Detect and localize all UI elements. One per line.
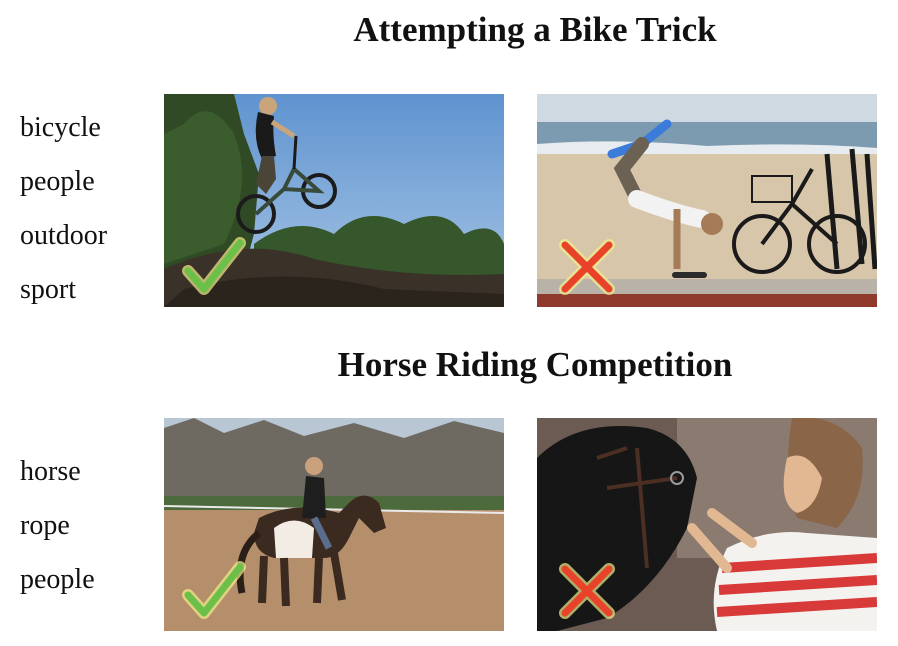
photo-bike-jump (164, 94, 504, 307)
section-title-horse: Horse Riding Competition (337, 345, 733, 384)
tag-label: rope (20, 510, 70, 541)
photo-beach-skate (537, 94, 877, 307)
section-title-bike: Attempting a Bike Trick (353, 10, 717, 49)
photo-horse-arena (164, 418, 504, 631)
photo-horse-bridle (537, 418, 877, 631)
tag-label: outdoor (20, 220, 108, 251)
tag-label: horse (20, 456, 81, 487)
tag-list-horse: horse rope people (20, 455, 95, 617)
check-icon (182, 561, 246, 619)
tag-label: people (20, 166, 95, 197)
tag-list-bike: bicycle people outdoor sport (20, 111, 107, 327)
tag-label: people (20, 564, 95, 595)
cross-icon (559, 239, 615, 295)
tag-label: sport (20, 274, 76, 305)
tag-label: bicycle (20, 112, 101, 143)
check-icon (182, 237, 246, 295)
cross-icon (559, 563, 615, 619)
